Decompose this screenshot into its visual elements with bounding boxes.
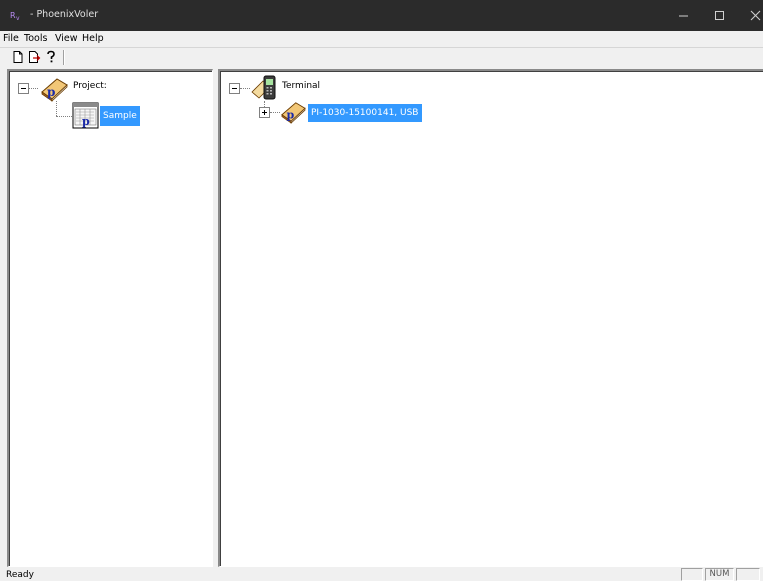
maximize-icon [715,11,724,20]
status-text: Ready [6,570,34,580]
terminal-collapse-toggle[interactable] [229,83,240,94]
device-node-label[interactable]: PI-1030-15100141, USB [308,104,422,122]
project-collapse-toggle[interactable] [18,83,29,94]
help-button[interactable] [44,50,58,64]
toolbar [0,47,763,67]
minimize-button[interactable] [666,0,702,31]
toolbar-separator [63,50,65,65]
svg-text:v: v [16,15,20,21]
project-book-icon: p [41,78,68,102]
svg-text:p: p [82,115,90,128]
open-document-icon [29,51,41,63]
new-button[interactable] [11,50,25,64]
window-title: - PhoenixVoler [30,9,99,20]
terminal-root-label[interactable]: Terminal [280,80,322,92]
svg-text:p: p [47,85,55,99]
menu-tools[interactable]: Tools [24,33,47,44]
menu-bar: File Tools View Help [0,31,763,47]
device-expand-toggle[interactable] [259,107,270,118]
project-root-label[interactable]: Project: [71,80,109,92]
svg-text:p: p [287,108,295,121]
close-icon [750,10,761,21]
close-button[interactable] [738,0,763,31]
open-button[interactable] [27,50,41,64]
status-bar: Ready NUM [0,567,763,581]
help-icon [47,50,55,63]
tree-connector [56,101,57,116]
menu-file[interactable]: File [3,33,19,44]
tree-connector [29,88,38,89]
new-document-icon [13,51,23,63]
menu-help[interactable]: Help [82,33,104,44]
title-bar: R v - PhoenixVoler [0,0,763,31]
status-indicator-scrl [736,568,760,581]
terminal-tree-pane[interactable]: Terminal p PI-1030-15100141, USB [218,69,763,567]
tree-connector [56,116,72,117]
maximize-button[interactable] [702,0,738,31]
device-book-icon: p [281,102,306,124]
project-tree-pane[interactable]: p Project: p Sample [7,69,213,567]
terminal-device-icon [251,75,276,100]
status-indicator-cap [681,568,703,581]
minimize-icon [679,15,688,17]
phoenix-app-icon: R v [10,11,20,21]
sample-document-icon: p [72,102,99,129]
sample-node-label[interactable]: Sample [100,106,140,126]
status-indicator-num: NUM [705,568,734,581]
tree-connector [240,88,250,89]
menu-view[interactable]: View [55,33,78,44]
